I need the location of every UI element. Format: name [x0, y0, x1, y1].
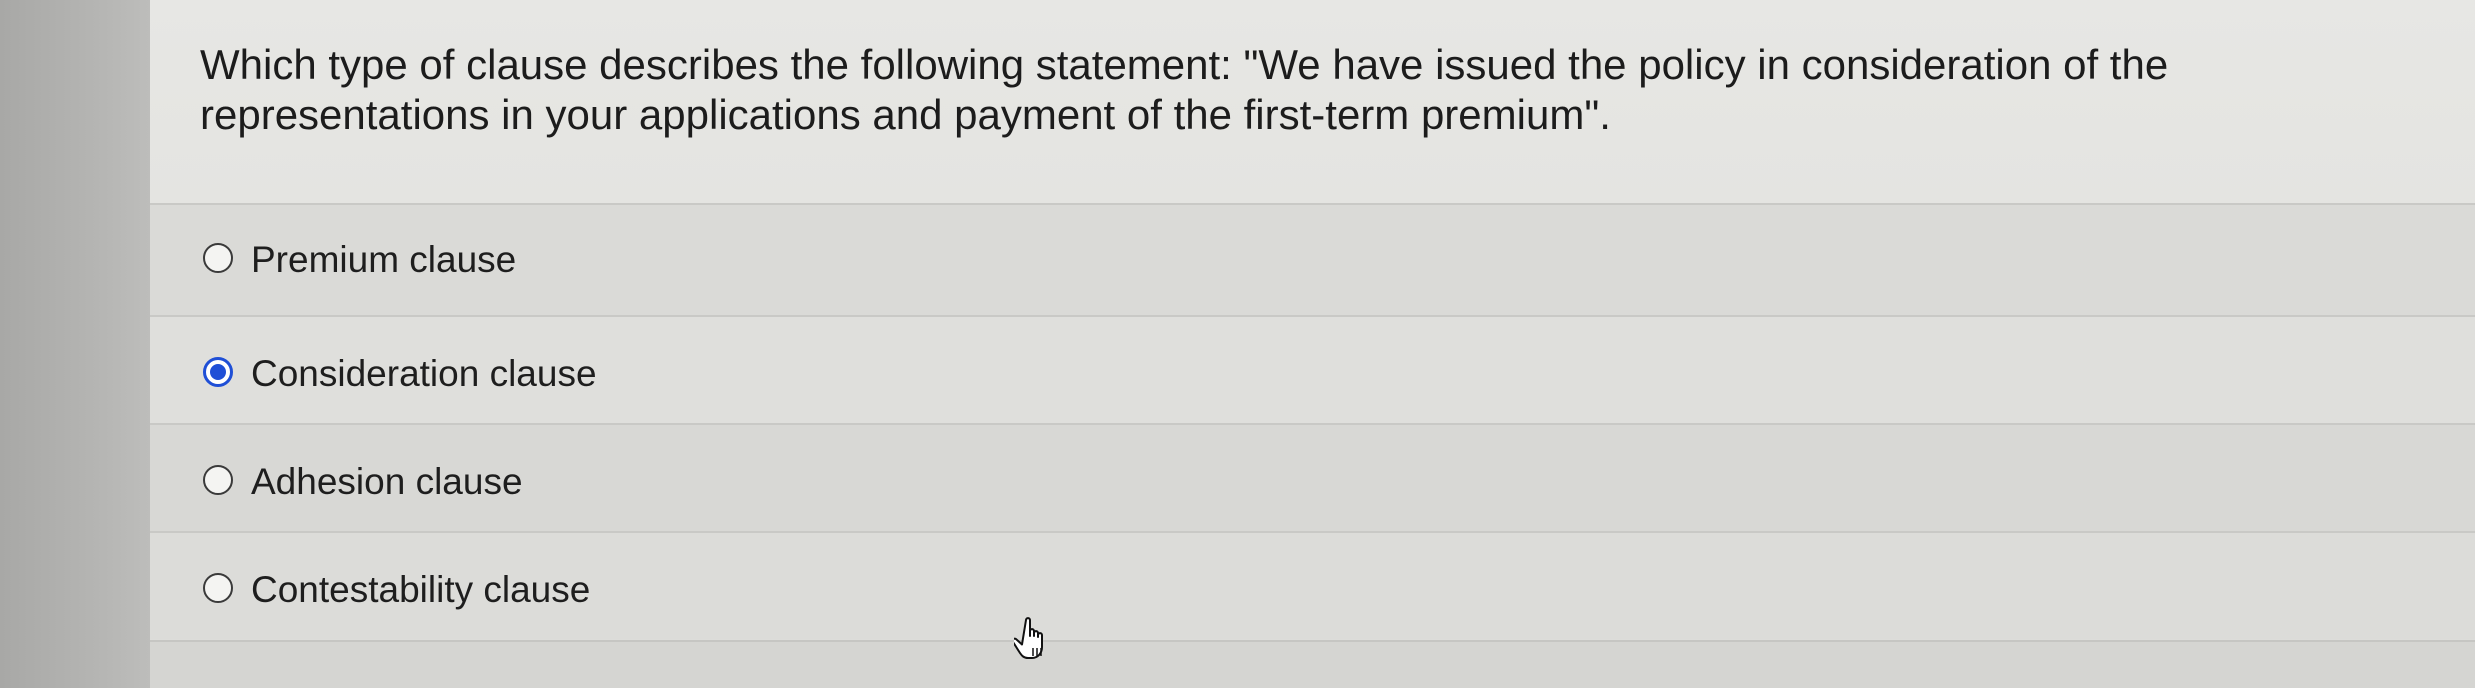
option-consideration-clause[interactable]: Consideration clause [150, 315, 2475, 423]
option-label: Premium clause [251, 239, 517, 280]
option-adhesion-clause[interactable]: Adhesion clause [150, 423, 2475, 531]
answer-options: Premium clause Consideration clause Adhe… [150, 203, 2475, 639]
next-section [150, 642, 2475, 688]
radio-button-selected[interactable] [203, 357, 233, 387]
option-premium-clause[interactable]: Premium clause [150, 203, 2475, 315]
option-label: Consideration clause [251, 353, 597, 394]
radio-button[interactable] [203, 573, 233, 603]
option-label: Contestability clause [251, 569, 591, 610]
option-label: Adhesion clause [251, 461, 523, 502]
question-text: Which type of clause describes the follo… [200, 41, 2169, 138]
radio-button[interactable] [203, 465, 233, 495]
hand-pointer-icon [1014, 617, 1043, 659]
left-margin-strip [0, 0, 150, 688]
option-contestability-clause[interactable]: Contestability clause [150, 531, 2475, 639]
radio-button[interactable] [203, 243, 233, 273]
